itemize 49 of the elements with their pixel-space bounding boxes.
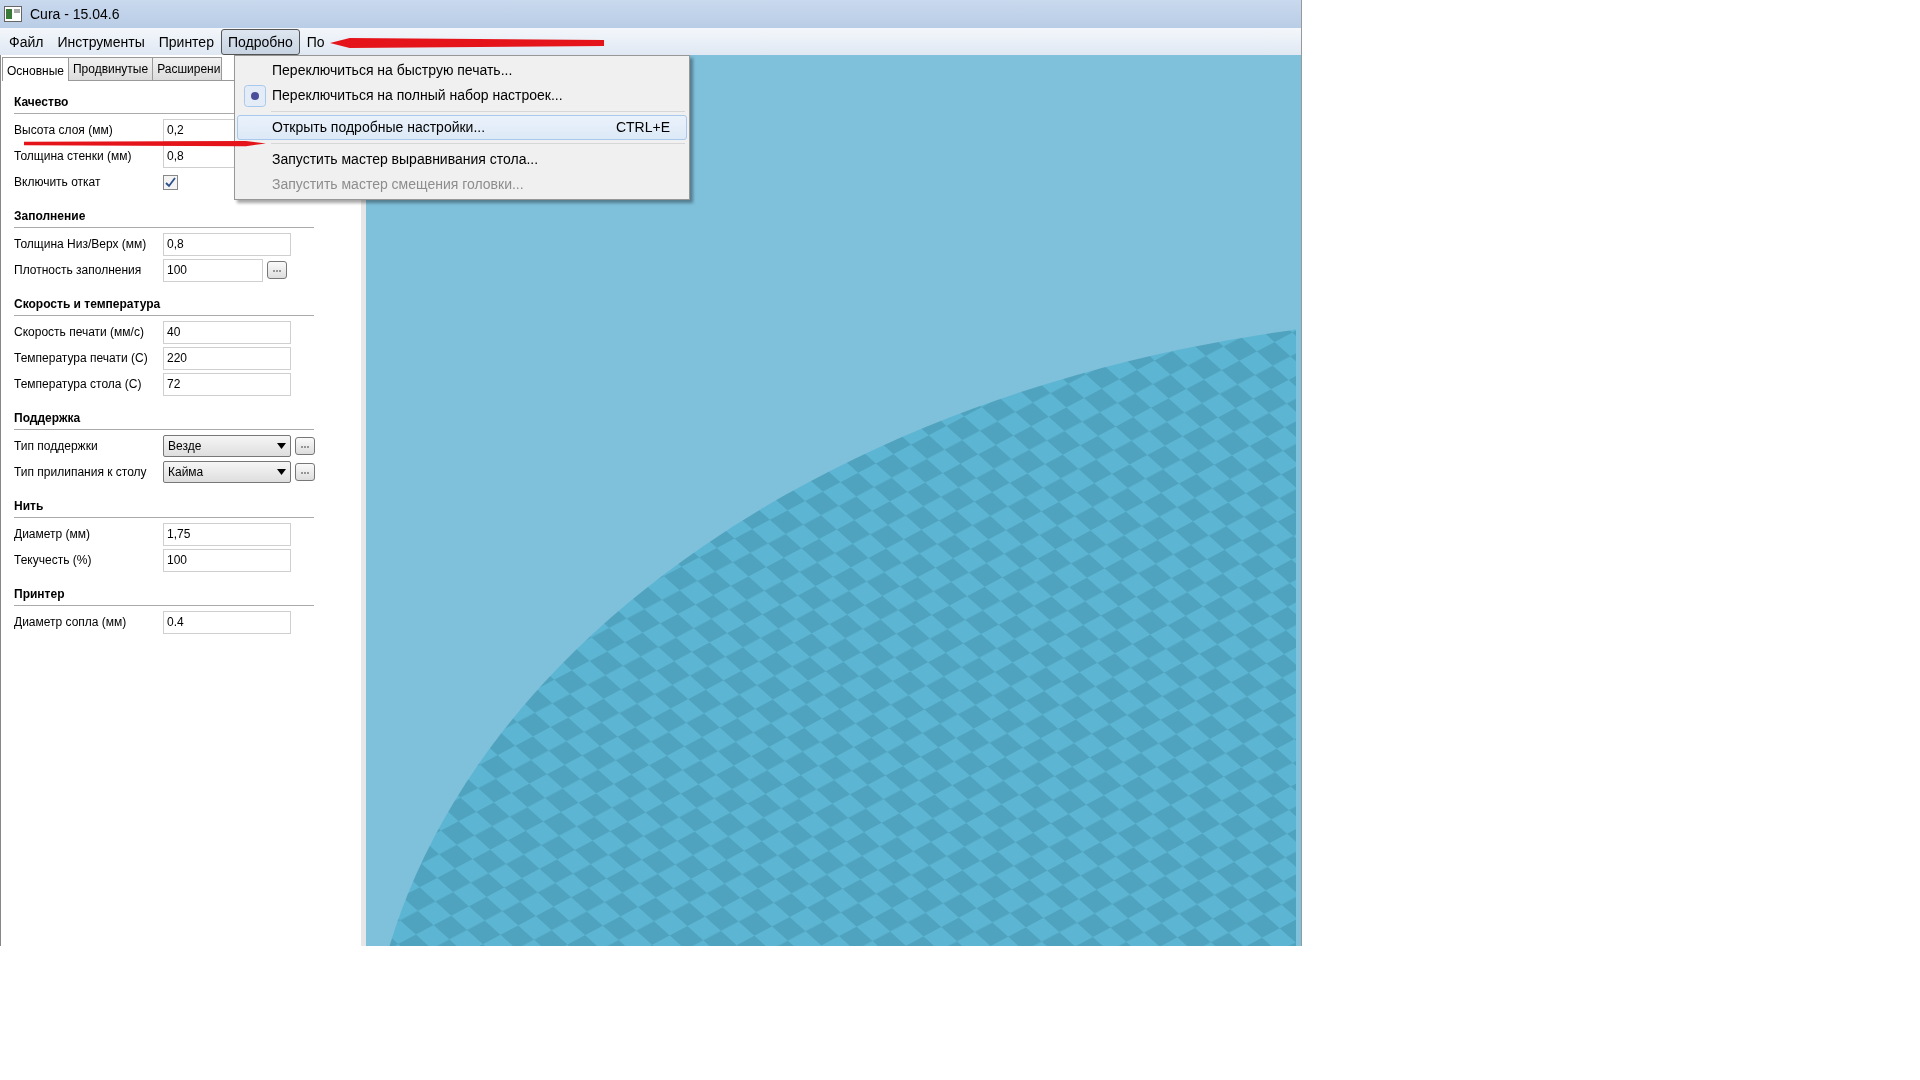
dropdown-field[interactable]: Везде [163, 435, 291, 457]
field-label: Текучесть (%) [14, 552, 93, 569]
more-button[interactable] [267, 261, 287, 279]
checkbox[interactable] [163, 174, 178, 190]
menu-item[interactable]: Принтер [151, 28, 221, 55]
field-label: Включить откат [14, 174, 102, 191]
menu-item[interactable]: Переключиться на быструю печать... [237, 58, 687, 83]
field-label: Температура печати (С) [14, 350, 149, 367]
input-field[interactable]: 100 [163, 258, 263, 282]
caret-icon [277, 469, 286, 475]
input-field[interactable]: 40 [163, 320, 291, 344]
section-heading: Нить [14, 497, 314, 518]
field-label: Скорость печати (мм/с) [14, 324, 145, 341]
field-label: Температура стола (С) [14, 376, 143, 393]
input-field[interactable]: 1,75 [163, 522, 291, 546]
settings-tab[interactable]: Продвинутые [67, 57, 154, 80]
menu-item[interactable]: Файл [2, 28, 51, 55]
field-label: Тип прилипания к столу [14, 464, 148, 481]
menu-item[interactable]: По [299, 28, 332, 55]
field-label: Толщина стенки (мм) [14, 148, 133, 165]
field-label: Плотность заполнения [14, 262, 143, 279]
input-field[interactable]: 220 [163, 346, 291, 370]
window-title: Cura - 15.04.6 [30, 4, 120, 24]
menu-item[interactable]: Подробно [220, 28, 300, 55]
section-heading: Поддержка [14, 409, 314, 430]
field-label: Высота слоя (мм) [14, 122, 114, 139]
more-button[interactable] [295, 437, 315, 455]
settings-tab[interactable]: Основные [2, 57, 69, 81]
settings-tab[interactable]: Расширени [152, 57, 223, 80]
field-label: Диаметр (мм) [14, 526, 92, 543]
dropdown-field[interactable]: Кайма [163, 461, 291, 483]
section-heading: Принтер [14, 585, 314, 606]
menu-item[interactable]: Инструменты [50, 28, 152, 55]
app-icon [4, 6, 22, 22]
ellipsis-icon [301, 445, 309, 448]
section-heading: Скорость и температура [14, 295, 314, 316]
ellipsis-icon [273, 269, 281, 272]
menu-item[interactable]: Открыть подробные настройки... CTRL+E [237, 115, 687, 140]
field-label: Тип поддержки [14, 438, 99, 455]
input-field[interactable]: 72 [163, 372, 291, 396]
input-field[interactable]: 0,8 [163, 232, 291, 256]
input-field[interactable]: 0.4 [163, 610, 291, 634]
caret-icon [277, 443, 286, 449]
section-heading: Заполнение [14, 207, 314, 228]
input-field[interactable]: 100 [163, 548, 291, 572]
more-button[interactable] [295, 463, 315, 481]
ellipsis-icon [301, 471, 309, 474]
field-label: Диаметр сопла (мм) [14, 614, 128, 631]
field-label: Толщина Низ/Верх (мм) [14, 236, 148, 253]
